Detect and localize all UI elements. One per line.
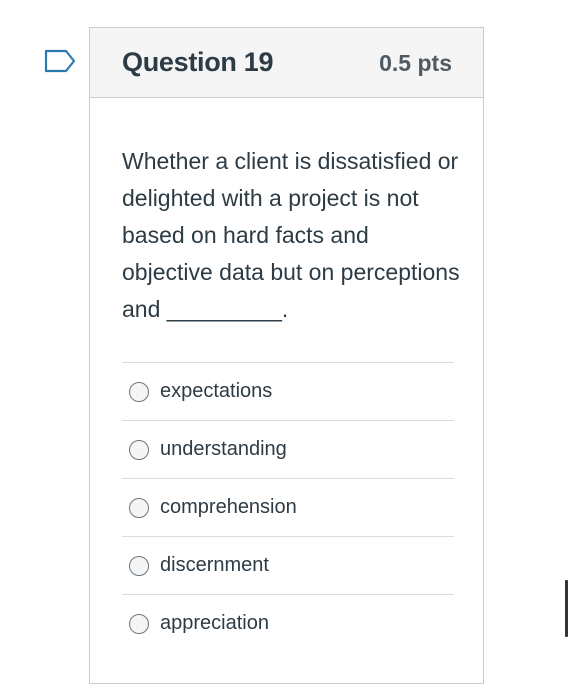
answer-label: expectations [160, 380, 273, 402]
question-header: Question 19 0.5 pts [90, 28, 483, 98]
answer-option-appreciation[interactable]: appreciation [122, 594, 454, 652]
radio-button[interactable] [129, 613, 149, 634]
answer-label: discernment [160, 554, 269, 576]
quiz-page: Question 19 0.5 pts Whether a client is … [0, 0, 575, 700]
answer-option-discernment[interactable]: discernment [122, 536, 454, 594]
answer-list: expectations understanding comprehension… [122, 362, 454, 652]
answer-label: appreciation [160, 612, 269, 634]
radio-button[interactable] [129, 381, 149, 402]
question-points: 0.5 pts [379, 50, 452, 76]
radio-button[interactable] [129, 555, 149, 576]
question-text: Whether a client is dissatisfied or deli… [122, 148, 460, 322]
flag-question-icon[interactable] [44, 49, 76, 73]
scrollbar-thumb[interactable] [565, 580, 568, 637]
radio-button[interactable] [129, 497, 149, 518]
answer-option-comprehension[interactable]: comprehension [122, 478, 454, 536]
answer-option-expectations[interactable]: expectations [122, 362, 454, 420]
question-title: Question 19 [122, 47, 274, 77]
radio-button[interactable] [129, 439, 149, 460]
question-card: Question 19 0.5 pts Whether a client is … [89, 27, 484, 684]
answer-label: comprehension [160, 496, 297, 518]
answer-label: understanding [160, 438, 287, 460]
answer-option-understanding[interactable]: understanding [122, 420, 454, 478]
